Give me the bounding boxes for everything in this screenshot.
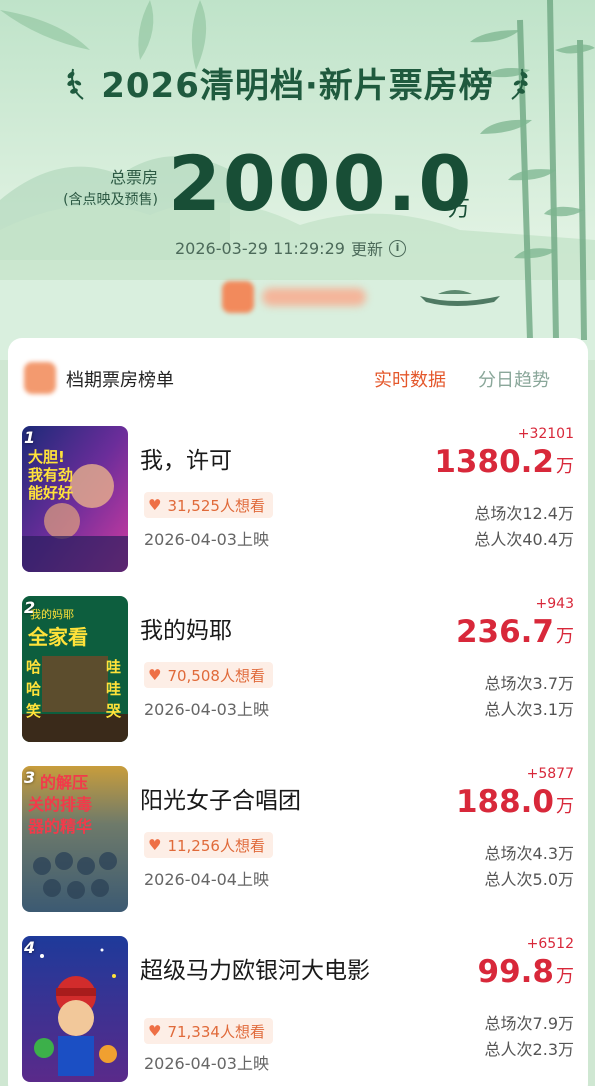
total-box-office: 总票房 (含点映及预售) 2000.0 万 [40, 139, 560, 228]
svg-text:笑: 笑 [26, 702, 41, 720]
total-shows: 总场次7.9万 [484, 1014, 574, 1033]
movie-title[interactable]: 超级马力欧银河大电影 [140, 954, 400, 988]
box-office-unit: 万 [556, 796, 574, 817]
svg-text:我有劲: 我有劲 [28, 466, 73, 484]
total-sublabel: (含点映及预售) [63, 192, 158, 208]
update-time: 2026-03-29 11:29:29 [175, 238, 345, 258]
rank-badge: 1 [24, 428, 36, 447]
box-office-delta: +943 [535, 596, 574, 612]
blurred-app-logo [24, 362, 56, 394]
want-to-see-badge: ♥ 11,256人想看 [144, 832, 273, 858]
blurred-brand-text [262, 288, 366, 306]
laurel-right-icon [511, 68, 528, 100]
svg-text:我的妈耶: 我的妈耶 [30, 607, 74, 621]
box-office-unit: 万 [556, 626, 574, 647]
rank-badge: 4 [24, 938, 36, 957]
movie-poster: 4 [22, 936, 128, 1082]
blurred-logo [222, 281, 254, 313]
svg-text:器的精华: 器的精华 [27, 817, 92, 836]
title-row: 2026清明档·新片票房榜 [0, 58, 595, 107]
release-date: 2026-04-03上映 [144, 700, 269, 719]
total-viewers: 总人次5.0万 [484, 870, 574, 889]
heart-icon: ♥ [148, 1022, 162, 1040]
board-header: 档期票房榜单 实时数据 分日趋势 [8, 338, 588, 418]
svg-text:哈: 哈 [26, 680, 41, 698]
movie-poster: 大胆! 我有劲 能好好 1 [22, 426, 128, 572]
tab-realtime[interactable]: 实时数据 [374, 366, 446, 392]
poster-art: 的解压 关的排毒 器的精华 [22, 766, 128, 912]
want-count: 71,334人想看 [167, 1022, 265, 1041]
want-to-see-badge: ♥ 71,334人想看 [144, 1018, 273, 1044]
tab-daily-trend[interactable]: 分日趋势 [478, 366, 550, 392]
rank-badge: 2 [24, 598, 36, 617]
svg-text:关的排毒: 关的排毒 [28, 795, 92, 814]
total-label: 总票房 [109, 168, 158, 187]
want-to-see-badge: ♥ 31,525人想看 [144, 492, 273, 518]
rank-badge: 3 [24, 768, 36, 787]
board-title: 档期票房榜单 [66, 370, 174, 391]
box-office-delta: +6512 [526, 936, 574, 952]
svg-text:哈: 哈 [26, 658, 41, 676]
movie-title[interactable]: 我，许可 [140, 444, 400, 478]
banner-header: 2026清明档·新片票房榜 总票房 (含点映及预售) 2000.0 万 2026… [0, 0, 595, 360]
svg-text:能好好: 能好好 [28, 484, 73, 502]
total-shows: 总场次12.4万 [474, 504, 574, 523]
box-office-number: 99.8 [477, 954, 555, 990]
movie-row[interactable]: 的解压 关的排毒 器的精华 3 阳光女子合唱团 ♥ 11,256人想看 2026… [8, 766, 588, 936]
release-date: 2026-04-03上映 [144, 530, 269, 549]
want-count: 11,256人想看 [167, 836, 265, 855]
svg-text:大胆!: 大胆! [28, 448, 65, 466]
svg-text:的解压: 的解压 [40, 773, 88, 792]
box-office-value: 99.8 万 [478, 954, 575, 990]
update-suffix: 更新 [350, 240, 383, 259]
total-value: 2000.0 [168, 139, 474, 228]
poster-art: 大胆! 我有劲 能好好 [22, 426, 128, 572]
movie-row[interactable]: 我的妈耶 全家看 哈 哇 哈 哇 笑 哭 2 我的妈耶 ♥ 70,508人想看 … [8, 596, 588, 766]
box-office-value: 1380.2 万 [434, 444, 574, 480]
poster-art [22, 936, 128, 1082]
total-viewers: 总人次40.4万 [474, 530, 574, 549]
total-unit: 万 [448, 197, 471, 222]
total-viewers: 总人次2.3万 [484, 1040, 574, 1059]
blurred-brand [222, 280, 372, 314]
laurel-left-icon [67, 68, 84, 100]
update-timestamp: 2026-03-29 11:29:29 更新 i [175, 236, 406, 260]
svg-text:哇: 哇 [106, 658, 121, 676]
svg-text:哇: 哇 [106, 680, 121, 698]
box-office-number: 188.0 [455, 784, 554, 820]
box-office-unit: 万 [556, 966, 574, 987]
box-office-board: 档期票房榜单 实时数据 分日趋势 大胆! 我有劲 能好好 1 我，许可 ♥ 31… [8, 338, 588, 1086]
box-office-value: 188.0 万 [456, 784, 574, 820]
svg-text:全家看: 全家看 [27, 625, 88, 649]
info-icon[interactable]: i [388, 239, 406, 257]
heart-icon: ♥ [148, 836, 162, 854]
heart-icon: ♥ [148, 666, 162, 684]
release-date: 2026-04-04上映 [144, 870, 269, 889]
want-to-see-badge: ♥ 70,508人想看 [144, 662, 273, 688]
box-office-value: 236.7 万 [456, 614, 574, 650]
want-count: 31,525人想看 [167, 496, 265, 515]
release-date: 2026-04-03上映 [144, 1054, 269, 1073]
box-office-unit: 万 [556, 456, 574, 477]
heart-icon: ♥ [148, 496, 162, 514]
movie-poster: 我的妈耶 全家看 哈 哇 哈 哇 笑 哭 2 [22, 596, 128, 742]
movie-row[interactable]: 大胆! 我有劲 能好好 1 我，许可 ♥ 31,525人想看 2026-04-0… [8, 426, 588, 596]
movie-title[interactable]: 阳光女子合唱团 [140, 784, 400, 818]
box-office-delta: +32101 [517, 426, 574, 442]
box-office-number: 1380.2 [434, 444, 554, 480]
movie-row[interactable]: 4 超级马力欧银河大电影 ♥ 71,334人想看 2026-04-03上映 +6… [8, 936, 588, 1086]
total-shows: 总场次4.3万 [484, 844, 574, 863]
movie-poster: 的解压 关的排毒 器的精华 3 [22, 766, 128, 912]
want-count: 70,508人想看 [167, 666, 265, 685]
total-viewers: 总人次3.1万 [484, 700, 574, 719]
movie-title[interactable]: 我的妈耶 [140, 614, 400, 648]
svg-text:哭: 哭 [105, 702, 122, 720]
total-shows: 总场次3.7万 [484, 674, 574, 693]
box-office-delta: +5877 [526, 766, 574, 782]
box-office-number: 236.7 [455, 614, 554, 650]
page-title: 2026清明档·新片票房榜 [101, 66, 494, 106]
total-label-block: 总票房 (含点映及预售) [40, 167, 158, 211]
poster-art: 我的妈耶 全家看 哈 哇 哈 哇 笑 哭 [22, 596, 128, 742]
